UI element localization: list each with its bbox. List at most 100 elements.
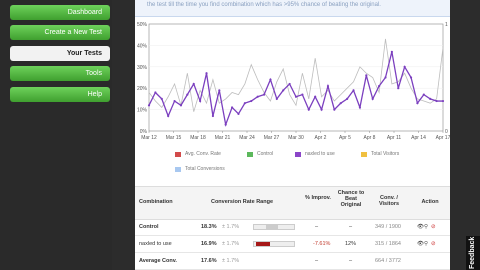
x-tick-label: Mar 12 [141,135,157,141]
legend-swatch [175,166,181,172]
data-point [416,102,419,105]
x-tick-label: Apr 2 [315,135,327,141]
data-point [167,114,170,118]
data-point [365,74,368,77]
data-point [282,89,285,92]
conversion-chart: 0%10%20%30%40%50%01Mar 12 Mar 15 Mar 18 Mar… [137,22,450,141]
zoom-icon[interactable]: ⚲ [424,241,428,247]
legend-avg[interactable]: Avg. Conv. Rate [175,151,221,157]
nav-tools[interactable]: Tools [10,66,110,81]
x-tick-label: Mar 21 [215,135,231,141]
view-icon[interactable]: 👁 [417,241,424,247]
data-point [154,91,157,94]
legend-swatch [175,151,181,157]
stop-icon[interactable]: ⊘ [431,224,436,230]
main-panel: the test till the time you find combinat… [135,0,450,270]
data-point [192,82,195,86]
row-conv-visitors: 349 / 1900 [375,224,401,230]
stop-icon[interactable]: ⊘ [431,241,436,247]
x-tick-label: Apr 8 [364,135,376,141]
data-point [307,108,310,111]
data-point [352,89,355,92]
legend-label: Avg. Conv. Rate [185,151,221,157]
col-rate-range: Conversion Rate Range [210,199,274,205]
data-point [211,114,215,118]
data-point [409,76,413,79]
x-tick-label: Mar 30 [288,135,304,141]
x-tick-label: Mar 27 [264,135,280,141]
chart-legend: Avg. Conv. Rate Control naxled to use To… [135,148,450,176]
row-pm: ± 1.7% [222,224,240,230]
feedback-tab[interactable]: Feedback [466,236,480,270]
data-point [288,82,291,86]
data-point [377,84,381,88]
data-point [173,99,176,103]
info-banner: the test till the time you find combinat… [135,0,450,17]
row-pm: ± 1.7% [222,241,240,247]
right-gutter [450,0,480,270]
row-improv: – [315,258,319,264]
data-point [218,89,221,92]
data-point [294,95,298,98]
legend-label: Total Conversions [185,166,225,172]
data-point [243,102,246,105]
row-name: Control [139,224,159,230]
data-point [205,72,208,75]
row-conv-visitors: 315 / 1864 [375,241,401,247]
x-tick-label: Mar 18 [190,135,206,141]
legend-swatch [361,151,367,157]
col-conv-visitors: Conv. / Visitors [378,195,400,207]
row-chance: 12% [345,241,357,247]
row-rate: 16.9% [201,241,217,247]
data-point [397,87,400,90]
legend-label: Control [257,151,274,157]
rate-range-fill [256,242,270,246]
data-point [320,108,323,111]
right-tick-label: 1 [445,22,448,28]
row-rate: 17.6% [201,258,217,264]
data-point [441,99,445,103]
data-point [390,50,393,53]
data-point [230,106,234,109]
legend-visitors[interactable]: Total Visitors [361,151,399,157]
nav-your-tests[interactable]: Your Tests [10,46,110,61]
data-point [179,104,183,107]
legend-control[interactable]: Control [247,151,273,157]
zoom-icon[interactable]: ⚲ [424,224,428,230]
legend-label: naxled to use [305,151,335,157]
rate-range-bar [253,241,295,247]
data-point [371,97,374,100]
rate-range-bar [253,224,295,230]
data-point [403,65,406,68]
table-header: Combination Conversion Rate Range % Impr… [135,186,450,220]
data-point [346,97,349,100]
y-tick-label: 10% [137,108,148,114]
nav-help[interactable]: Help [10,87,110,102]
plot-area [148,23,444,132]
legend-swatch [295,151,301,157]
y-tick-label: 20% [137,86,148,92]
col-action: Action [421,199,439,205]
data-point [237,112,240,115]
data-point [326,84,330,88]
data-point [147,104,151,107]
data-point [429,97,432,100]
row-pm: ± 1.7% [222,258,240,264]
table-row: Average Conv. 17.6% ± 1.7% – – 664 / 377… [135,253,450,270]
col-improv: % Improv. [305,195,331,201]
data-point [262,93,266,96]
view-icon[interactable]: 👁 [417,224,424,230]
data-point [199,99,202,103]
legend-conversions[interactable]: Total Conversions [175,166,225,172]
legend-swatch [247,151,253,157]
legend-variation[interactable]: naxled to use [295,151,335,157]
banner-text: the test till the time you find combinat… [147,2,381,8]
data-point [301,93,304,96]
data-point [314,95,317,98]
x-tick-label: Apr 5 [339,135,351,141]
row-chance: – [349,224,353,230]
data-point [339,102,342,105]
nav-create-test[interactable]: Create a New Test [10,25,110,40]
nav-dashboard[interactable]: Dashboard [10,5,110,20]
x-tick-label: Apr 17 [436,135,450,141]
